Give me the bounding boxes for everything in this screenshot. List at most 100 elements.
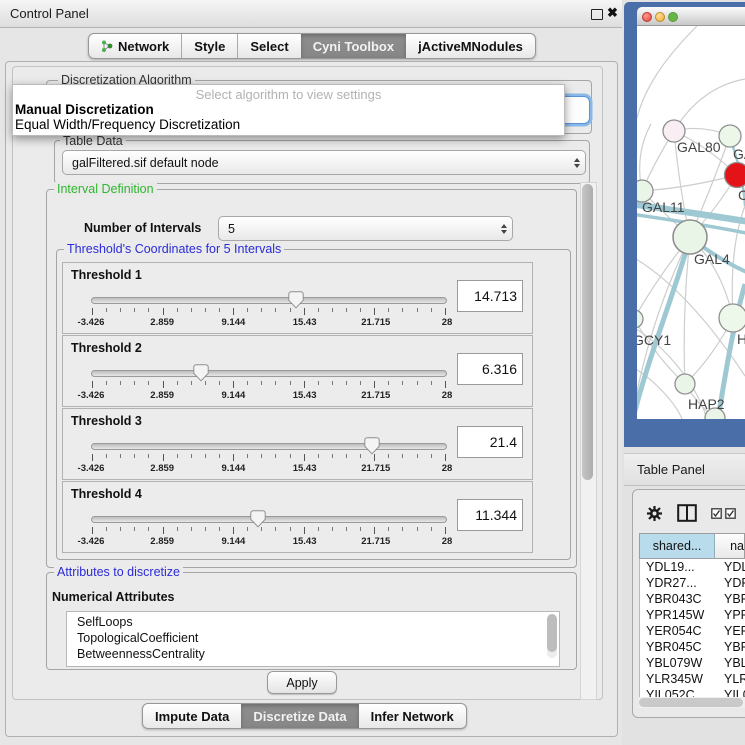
node-label: GAL11 (642, 199, 685, 215)
tab-cyni-toolbox[interactable]: Cyni Toolbox (301, 34, 406, 58)
tab-cyni-toolbox-label: Cyni Toolbox (313, 39, 394, 54)
node-table-body: YDL19...YDL1YDR27...YDR2YBR043CYBR0YPR14… (639, 559, 745, 703)
slider-tick-labels: -3.4262.8599.14415.4321.71528 (91, 463, 447, 475)
list-item[interactable]: BetweennessCentrality (77, 646, 559, 662)
attributes-group-label: Attributes to discretize (54, 565, 183, 579)
bottom-tab-bar: Impute Data Discretize Data Infer Networ… (142, 703, 467, 729)
tab-network[interactable]: Network (89, 34, 181, 58)
table-data-label: Table Data (60, 134, 126, 148)
threshold-3-slider[interactable] (91, 443, 447, 450)
table-row[interactable]: YDR27...YDR2 (640, 575, 745, 591)
threshold-4-slider[interactable] (91, 516, 447, 523)
number-of-intervals-combobox[interactable]: 5 (218, 216, 513, 241)
list-item[interactable]: TopologicalCoefficient (77, 630, 559, 646)
threshold-label: Threshold 2 (71, 341, 142, 355)
tab-network-label: Network (118, 39, 169, 54)
close-traffic-light-icon[interactable] (642, 12, 652, 22)
column-header-shared-name[interactable]: shared... (640, 534, 715, 558)
settings-gear-icon[interactable] (646, 505, 663, 522)
tab-impute-data-label: Impute Data (155, 709, 229, 724)
threshold-1-box: Threshold 1 -3.4262.8599.14415.4321.7152… (62, 262, 533, 334)
algorithm-dropdown-popup: Select algorithm to view settings Manual… (12, 84, 565, 136)
dropdown-option-manual[interactable]: Manual Discretization (13, 102, 564, 117)
threshold-3-box: Threshold 3 -3.4262.8599.14415.4321.7152… (62, 408, 533, 480)
table-row[interactable]: YPR145WYPR1 (640, 607, 745, 623)
combo-stepper-icon (496, 224, 512, 234)
table-row[interactable]: YDL19...YDL1 (640, 559, 745, 575)
slider-ticks (92, 454, 446, 462)
threshold-2-slider[interactable] (91, 370, 447, 377)
threshold-1-slider[interactable] (91, 297, 447, 304)
table-row[interactable]: YER054CYER0 (640, 623, 745, 639)
slider-ticks (92, 381, 446, 389)
dropdown-hint: Select algorithm to view settings (13, 87, 564, 102)
combo-stepper-icon (569, 158, 585, 168)
node-label: GAL4 (694, 251, 730, 267)
tab-style[interactable]: Style (181, 34, 237, 58)
table-row[interactable]: YBR045CYBR0 (640, 639, 745, 655)
slider-handle[interactable] (193, 364, 209, 382)
node-label: GA (733, 146, 745, 162)
table-data-value: galFiltered.sif default node (63, 156, 569, 170)
node-label: H (737, 331, 745, 347)
numerical-attributes-list[interactable]: SelfLoopsTopologicalCoefficientBetweenne… (66, 611, 560, 667)
tab-infer-network-label: Infer Network (371, 709, 454, 724)
minimize-traffic-light-icon[interactable] (655, 12, 665, 22)
apply-button[interactable]: Apply (267, 671, 337, 694)
slider-handle[interactable] (364, 437, 380, 455)
tab-impute-data[interactable]: Impute Data (143, 704, 241, 728)
tab-discretize-data-label: Discretize Data (253, 709, 346, 724)
top-tab-bar: Network Style Select Cyni Toolbox jActiv… (88, 33, 536, 59)
zoom-traffic-light-icon[interactable] (668, 12, 678, 22)
node-table-header: shared... na (639, 533, 745, 559)
node-top-right (719, 125, 741, 147)
list-item[interactable]: SelfLoops (77, 614, 559, 630)
threshold-label: Threshold 3 (71, 414, 142, 428)
slider-handle[interactable] (288, 291, 304, 309)
threshold-1-value-field[interactable] (457, 280, 523, 312)
split-columns-icon[interactable] (677, 504, 697, 522)
network-window-titlebar[interactable] (637, 7, 745, 26)
table-panel-titlebar: Table Panel (624, 453, 745, 486)
tab-jactivemnodules[interactable]: jActiveMNodules (406, 34, 535, 58)
table-hscrollbar[interactable] (639, 697, 745, 708)
threshold-4-box: Threshold 4 -3.4262.8599.14415.4321.7152… (62, 481, 533, 553)
tab-infer-network[interactable]: Infer Network (359, 704, 466, 728)
network-icon (101, 39, 113, 53)
table-row[interactable]: YBL079WYBL0 (640, 655, 745, 671)
column-header-name[interactable]: na (715, 534, 744, 558)
slider-tick-labels: -3.4262.8599.14415.4321.71528 (91, 536, 447, 548)
node-table: shared... na YDL19...YDL1YDR27...YDR2YBR… (639, 533, 745, 703)
threshold-4-value-field[interactable] (457, 499, 523, 531)
threshold-label: Threshold 1 (71, 268, 142, 282)
list-scrollbar[interactable] (547, 614, 557, 658)
control-panel: Control Panel ✖ Network Style Select Cyn… (0, 0, 622, 745)
node-label: C (738, 187, 745, 203)
column-checkboxes-icon[interactable] (711, 508, 736, 519)
node-label: HAP2 (688, 396, 725, 412)
threshold-3-value-field[interactable] (457, 426, 523, 458)
threshold-2-value-field[interactable] (457, 353, 523, 385)
node-right (719, 304, 745, 332)
panel-scrollbar-thumb[interactable] (582, 184, 593, 480)
node-hap2 (675, 374, 695, 394)
table-data-combobox[interactable]: galFiltered.sif default node (62, 150, 586, 175)
node-gcy1 (637, 310, 643, 328)
table-panel-toolbar (632, 496, 745, 530)
thresholds-group-label: Threshold's Coordinates for 5 Intervals (64, 242, 284, 256)
slider-tick-labels: -3.4262.8599.14415.4321.71528 (91, 390, 447, 402)
float-window-icon[interactable] (591, 9, 603, 20)
tab-discretize-data[interactable]: Discretize Data (241, 704, 358, 728)
node-label: GAL80 (677, 139, 721, 155)
close-icon[interactable]: ✖ (607, 5, 618, 21)
table-row[interactable]: YLR345WYLR3 (640, 671, 745, 687)
tab-select-label: Select (250, 39, 288, 54)
tab-jactivemnodules-label: jActiveMNodules (418, 39, 523, 54)
slider-handle[interactable] (250, 510, 266, 528)
dropdown-option-equal-width[interactable]: Equal Width/Frequency Discretization (13, 117, 564, 132)
network-canvas[interactable]: GAL80GACGAL11GAL4HGCY1HAP2 (637, 26, 745, 419)
table-row[interactable]: YBR043CYBR0 (640, 591, 745, 607)
control-panel-titlebar: Control Panel ✖ (0, 0, 622, 28)
tab-select[interactable]: Select (237, 34, 300, 58)
threshold-label: Threshold 4 (71, 487, 142, 501)
